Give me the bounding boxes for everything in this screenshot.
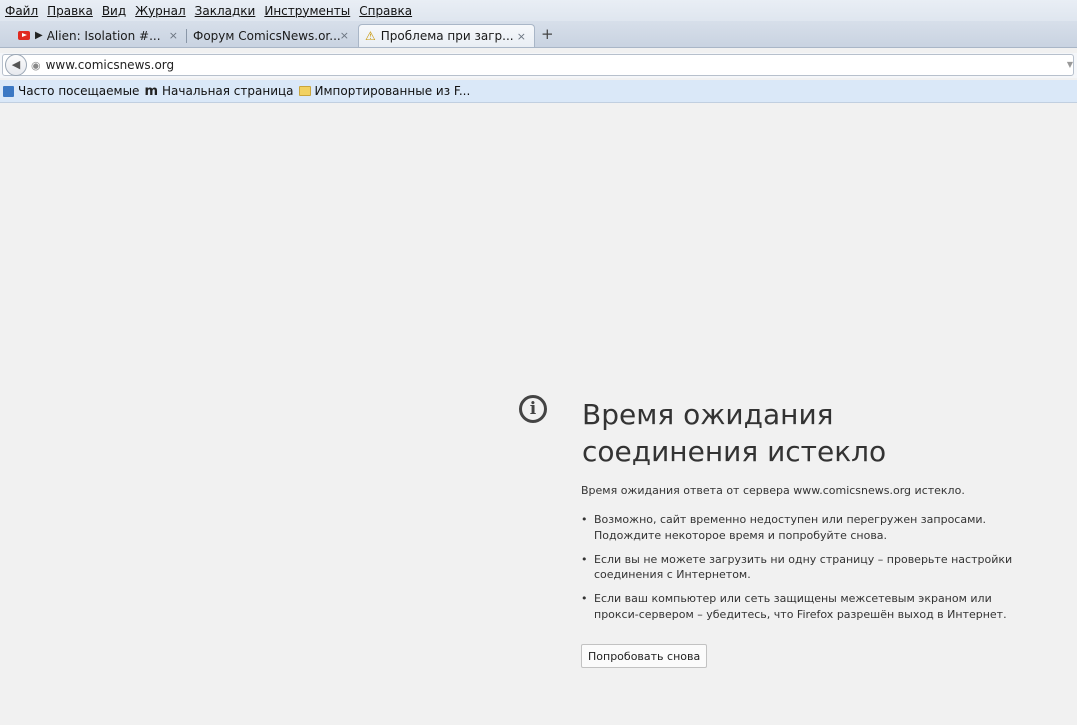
menu-bar: Файл Правка Вид Журнал Закладки Инструме… — [0, 0, 1077, 21]
most-visited-icon — [3, 85, 14, 97]
m-logo-icon: m — [144, 83, 158, 99]
tab-label: Форум ComicsNews.or... — [193, 28, 341, 43]
bookmark-imported-folder[interactable]: Импортированные из F... — [298, 84, 471, 98]
close-tab-icon[interactable]: × — [517, 30, 526, 43]
bookmark-label: Импортированные из F... — [314, 84, 471, 98]
menu-bookmarks[interactable]: Закладки — [190, 4, 260, 18]
dropdown-arrow-icon[interactable]: ▼ — [1067, 60, 1073, 69]
list-item: Возможно, сайт временно недоступен или п… — [581, 512, 1021, 543]
error-description: Время ожидания ответа от сервера www.com… — [581, 484, 965, 497]
back-arrow-icon: ◀ — [11, 58, 21, 71]
menu-tools[interactable]: Инструменты — [259, 4, 354, 18]
bookmarks-bar: Часто посещаемые m Начальная страница Им… — [0, 80, 1077, 103]
error-title: Время ожидания соединения истекло — [582, 398, 887, 468]
bookmark-label: Начальная страница — [162, 84, 294, 98]
close-tab-icon[interactable]: × — [340, 29, 349, 42]
list-item: Если ваш компьютер или сеть защищены меж… — [581, 591, 1021, 622]
address-bar[interactable]: ◀ ◉ www.comicsnews.org ▼ — [2, 53, 1074, 76]
menu-view[interactable]: Вид — [97, 4, 130, 18]
menu-file[interactable]: Файл — [0, 4, 42, 18]
info-icon: i — [519, 395, 547, 423]
warning-icon: ⚠ — [365, 29, 376, 43]
folder-icon — [298, 86, 311, 96]
tab-label: Проблема при загр... — [380, 29, 514, 43]
menu-help[interactable]: Справка — [354, 4, 416, 18]
close-tab-icon[interactable]: × — [169, 29, 178, 42]
globe-icon: ◉ — [31, 58, 41, 72]
url-text[interactable]: www.comicsnews.org — [46, 58, 175, 72]
navigation-bar: ◀ ◉ www.comicsnews.org ▼ — [0, 53, 1077, 78]
menu-edit[interactable]: Правка — [42, 4, 97, 18]
bookmark-home-page[interactable]: m Начальная страница — [144, 84, 293, 99]
back-button[interactable]: ◀ — [5, 53, 27, 76]
tab-label: Alien: Isolation #... — [46, 28, 161, 43]
menu-history[interactable]: Журнал — [130, 4, 190, 18]
tab-load-problem[interactable]: ⚠ Проблема при загр... × — [358, 24, 535, 47]
tab-strip: ▶ Alien: Isolation #... × Форум ComicsNe… — [0, 21, 1077, 48]
bookmark-most-visited[interactable]: Часто посещаемые — [0, 84, 139, 98]
tab-alien-isolation[interactable]: ▶ Alien: Isolation #... × — [12, 24, 186, 47]
error-suggestions: Возможно, сайт временно недоступен или п… — [581, 512, 1021, 631]
tab-comicsnews-forum[interactable]: Форум ComicsNews.or... × — [187, 24, 357, 47]
play-indicator-icon: ▶ — [35, 30, 43, 41]
retry-button[interactable]: Попробовать снова — [581, 644, 708, 668]
youtube-icon — [18, 31, 30, 40]
bookmark-label: Часто посещаемые — [18, 84, 140, 98]
list-item: Если вы не можете загрузить ни одну стра… — [581, 552, 1021, 583]
new-tab-button[interactable]: + — [541, 25, 554, 43]
